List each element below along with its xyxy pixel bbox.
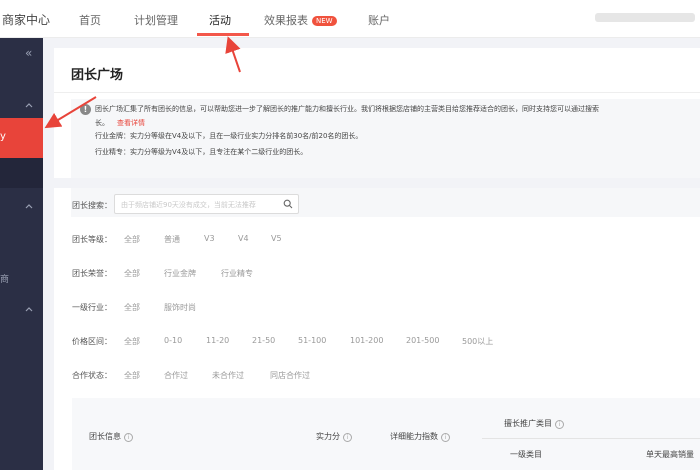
col-ability-label: 详细能力指数 xyxy=(390,432,438,441)
user-info-blurred xyxy=(595,13,695,22)
col-leader-info-label: 团长信息 xyxy=(89,432,121,441)
search-icon[interactable] xyxy=(283,199,293,209)
industry-option[interactable]: 服饰时尚 xyxy=(164,302,196,313)
sub-col-level1: 一级类目 xyxy=(510,450,542,459)
chevron-up-icon[interactable] xyxy=(24,201,34,211)
sidebar-item-fragment[interactable]: 商 xyxy=(0,272,9,285)
sidebar-item-active-label: y xyxy=(0,131,6,142)
price-option[interactable]: 全部 xyxy=(124,336,140,347)
price-option[interactable]: 11-20 xyxy=(206,336,229,345)
honor-option[interactable]: 行业精专 xyxy=(221,268,253,279)
coop-option[interactable]: 合作过 xyxy=(164,370,188,381)
industry-option[interactable]: 全部 xyxy=(124,302,140,313)
filter-price-label: 价格区间： xyxy=(72,337,112,346)
filter-industry-label: 一级行业： xyxy=(72,303,112,312)
price-option[interactable]: 21-50 xyxy=(252,336,275,345)
price-option[interactable]: 201-500 xyxy=(406,336,439,345)
filter-search-label: 团长搜索： xyxy=(72,201,112,210)
coop-option[interactable]: 全部 xyxy=(124,370,140,381)
chevron-up-icon[interactable] xyxy=(24,304,34,314)
section-gap xyxy=(54,178,700,188)
price-option[interactable]: 0-10 xyxy=(164,336,182,345)
price-option[interactable]: 500以上 xyxy=(462,336,493,347)
sidebar: « y 商 xyxy=(0,38,43,470)
notice-line-2-text: 长。 xyxy=(95,119,109,127)
help-icon[interactable]: i xyxy=(441,433,450,442)
active-tab-indicator xyxy=(197,33,249,36)
sidebar-subitem[interactable] xyxy=(0,158,43,188)
nav-plan-management[interactable]: 计划管理 xyxy=(134,12,178,28)
col-score: 实力分 i xyxy=(316,431,352,442)
sidebar-item-active[interactable]: y xyxy=(0,118,43,158)
info-icon: ! xyxy=(80,104,91,115)
nav-account[interactable]: 账户 xyxy=(368,12,390,28)
honor-option[interactable]: 全部 xyxy=(124,268,140,279)
divider xyxy=(482,438,700,439)
coop-option[interactable]: 同店合作过 xyxy=(270,370,310,381)
price-option[interactable]: 101-200 xyxy=(350,336,383,345)
nav-reports-label: 效果报表 xyxy=(264,14,308,27)
honor-option[interactable]: 行业金牌 xyxy=(164,268,196,279)
filter-level-label: 团长等级： xyxy=(72,235,112,244)
notice-line-3: 行业金牌：实力分等级在V4及以下，且在一级行业实力分排名前30名/前20名的团长… xyxy=(95,132,363,140)
new-badge: NEW xyxy=(312,16,337,26)
price-option[interactable]: 51-100 xyxy=(298,336,326,345)
level-option[interactable]: 普通 xyxy=(164,234,180,245)
sub-col-sales: 单天最高销量 xyxy=(646,450,694,459)
notice-line-1: 团长广场汇集了所有团长的信息，可以帮助您进一步了解团长的推广能力和擅长行业。我们… xyxy=(95,105,599,113)
view-details-link[interactable]: 查看详情 xyxy=(117,119,145,127)
brand-title[interactable]: 商家中心 xyxy=(2,11,50,28)
nav-reports[interactable]: 效果报表 NEW xyxy=(264,12,337,28)
chevron-up-icon[interactable] xyxy=(24,100,34,110)
coop-option[interactable]: 未合作过 xyxy=(212,370,244,381)
help-icon[interactable]: i xyxy=(343,433,352,442)
help-icon[interactable]: i xyxy=(124,433,133,442)
col-score-label: 实力分 xyxy=(316,432,340,441)
level-option[interactable]: V5 xyxy=(271,234,282,243)
main-panel: 团长广场 ! 团长广场汇集了所有团长的信息，可以帮助您进一步了解团长的推广能力和… xyxy=(54,48,700,470)
col-ability: 详细能力指数 i xyxy=(390,431,450,442)
top-navigation-bar: 商家中心 首页 计划管理 活动 效果报表 NEW 账户 xyxy=(0,0,700,38)
col-category-label: 擅长推广类目 xyxy=(504,419,552,428)
notice-line-4: 行业精专：实力分等级为V4及以下，且专注在某个二级行业的团长。 xyxy=(95,148,308,156)
help-icon[interactable]: i xyxy=(555,420,564,429)
nav-home[interactable]: 首页 xyxy=(79,12,101,28)
nav-activity[interactable]: 活动 xyxy=(209,12,231,28)
col-category: 擅长推广类目 i xyxy=(504,418,564,429)
search-input[interactable]: 由于频店铺近90天没有成交，当前无法推荐 xyxy=(114,194,299,214)
leader-table-header: 团长信息 i 实力分 i 详细能力指数 i 擅长推广类目 i 一级类目 单天最高销量 xyxy=(72,398,700,470)
search-placeholder: 由于频店铺近90天没有成交，当前无法推荐 xyxy=(121,201,256,209)
notice-line-2: 长。 查看详情 xyxy=(95,118,145,128)
filter-coop-label: 合作状态： xyxy=(72,371,112,380)
level-option[interactable]: 全部 xyxy=(124,234,140,245)
divider xyxy=(54,92,700,93)
page-title: 团长广场 xyxy=(71,68,124,83)
level-option[interactable]: V3 xyxy=(204,234,215,243)
level-option[interactable]: V4 xyxy=(238,234,249,243)
collapse-icon[interactable]: « xyxy=(25,46,32,60)
col-leader-info: 团长信息 i xyxy=(89,431,133,442)
filter-honor-label: 团长荣誉： xyxy=(72,269,112,278)
